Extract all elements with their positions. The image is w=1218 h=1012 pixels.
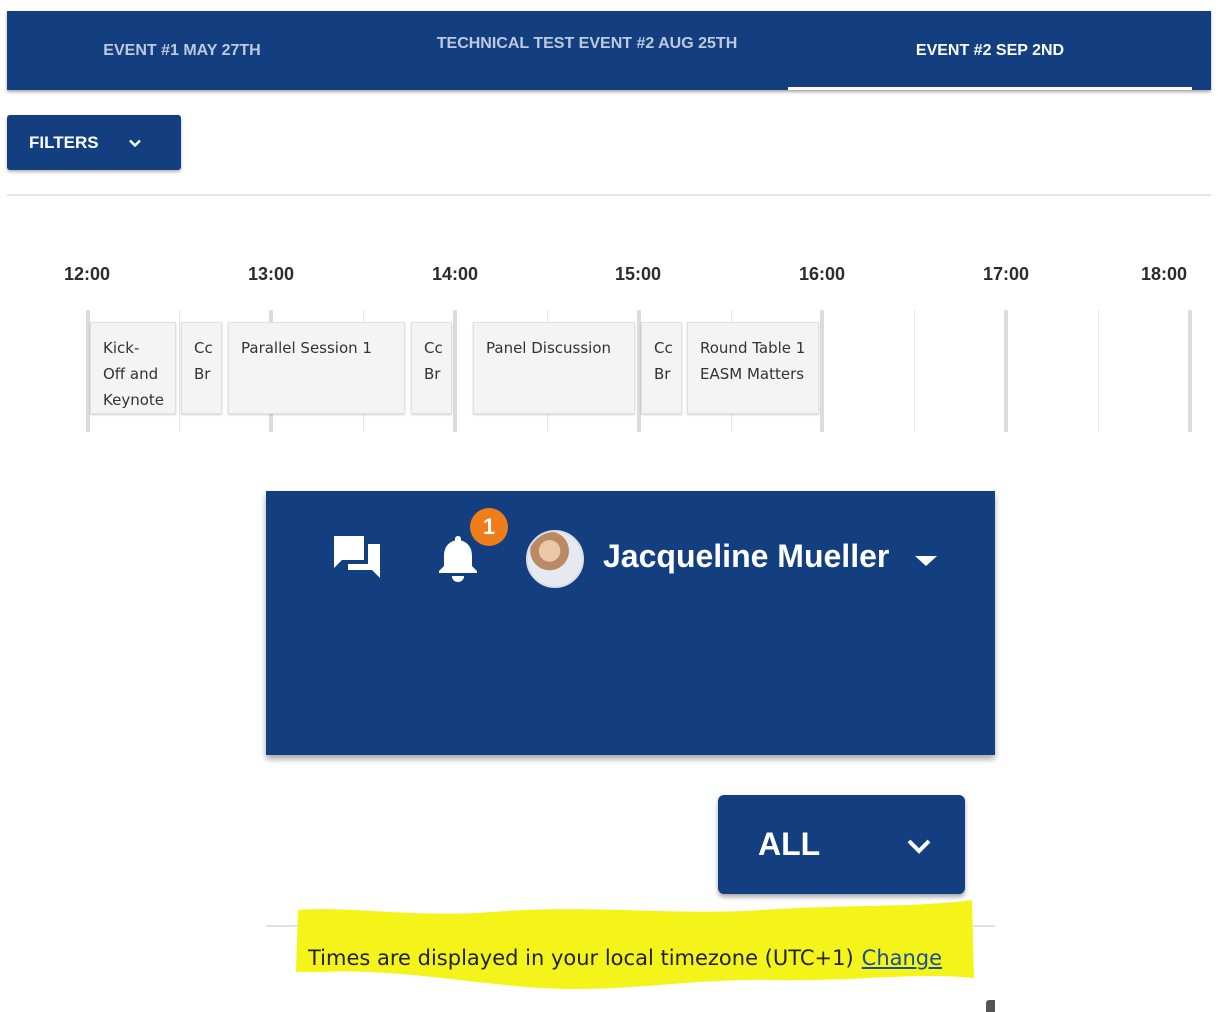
- tab-event-1[interactable]: EVENT #1 MAY 27TH: [7, 11, 357, 90]
- gridline: [820, 310, 824, 432]
- timezone-note: Times are displayed in your local timezo…: [308, 946, 942, 970]
- session-title-line: Panel Discussion: [486, 339, 612, 357]
- filters-button[interactable]: FILTERS: [7, 115, 181, 170]
- hour-label: 16:00: [798, 264, 846, 284]
- tab-event-2[interactable]: EVENT #2 SEP 2ND: [788, 11, 1192, 90]
- user-name[interactable]: Jacqueline Mueller: [603, 538, 889, 575]
- hour-label: 14:00: [431, 264, 479, 284]
- tab-technical-test-event-2[interactable]: TECHNICAL TEST EVENT #2 AUG 25TH: [387, 9, 787, 53]
- gridline: [179, 310, 180, 432]
- session-title-line: Br: [194, 365, 211, 383]
- session-title-line: EASM Matters: [700, 365, 805, 383]
- session-round-table-1[interactable]: Round Table 1 EASM Matters: [687, 322, 819, 414]
- session-kick-off-and-keynote[interactable]: Kick- Off and Keynote: [90, 322, 176, 414]
- session-title-line: Cc: [194, 339, 213, 357]
- avatar[interactable]: [526, 530, 584, 588]
- active-tab-indicator: [788, 87, 1192, 90]
- session-title-line: Off and: [103, 365, 159, 383]
- chevron-down-icon: [907, 839, 931, 854]
- timezone-text: Times are displayed in your local timezo…: [308, 946, 854, 970]
- session-title-line: Keynote: [103, 391, 164, 409]
- filters-label: FILTERS: [29, 132, 99, 152]
- notification-badge: 1: [470, 508, 508, 546]
- group-filter-label: ALL: [758, 826, 821, 862]
- session-coffee-break[interactable]: Cc Br: [181, 322, 222, 414]
- hour-label: 17:00: [982, 264, 1030, 284]
- session-coffee-break[interactable]: Cc Br: [411, 322, 452, 414]
- gridline: [914, 310, 915, 432]
- caret-down-icon[interactable]: [912, 553, 940, 569]
- session-parallel-session-1[interactable]: Parallel Session 1: [228, 322, 405, 414]
- scrollbar-fragment: [986, 1000, 995, 1012]
- gridline: [1004, 310, 1008, 432]
- session-title-line: Kick-: [103, 339, 140, 357]
- hour-label: 13:00: [247, 264, 295, 284]
- chevron-down-icon: [128, 139, 141, 147]
- gridline: [1098, 310, 1099, 432]
- gridline: [1188, 310, 1192, 432]
- divider: [7, 194, 1211, 196]
- session-panel-discussion[interactable]: Panel Discussion: [473, 322, 635, 414]
- gridline: [453, 310, 457, 432]
- change-timezone-link[interactable]: Change: [862, 946, 942, 970]
- hour-label: 18:00: [1140, 264, 1188, 284]
- session-title-line: Br: [654, 365, 671, 383]
- session-title-line: Br: [424, 365, 441, 383]
- event-tabs: EVENT #1 MAY 27TH TECHNICAL TEST EVENT #…: [7, 11, 1211, 90]
- hour-label: 12:00: [63, 264, 111, 284]
- session-title-line: Round Table 1: [700, 339, 806, 357]
- group-filter-dropdown[interactable]: ALL: [718, 795, 965, 894]
- session-title-line: Cc: [654, 339, 673, 357]
- chat-icon[interactable]: [330, 530, 386, 582]
- session-title-line: Parallel Session 1: [241, 339, 372, 357]
- session-title-line: Cc: [424, 339, 443, 357]
- session-coffee-break[interactable]: Cc Br: [641, 322, 682, 414]
- hour-label: 15:00: [614, 264, 662, 284]
